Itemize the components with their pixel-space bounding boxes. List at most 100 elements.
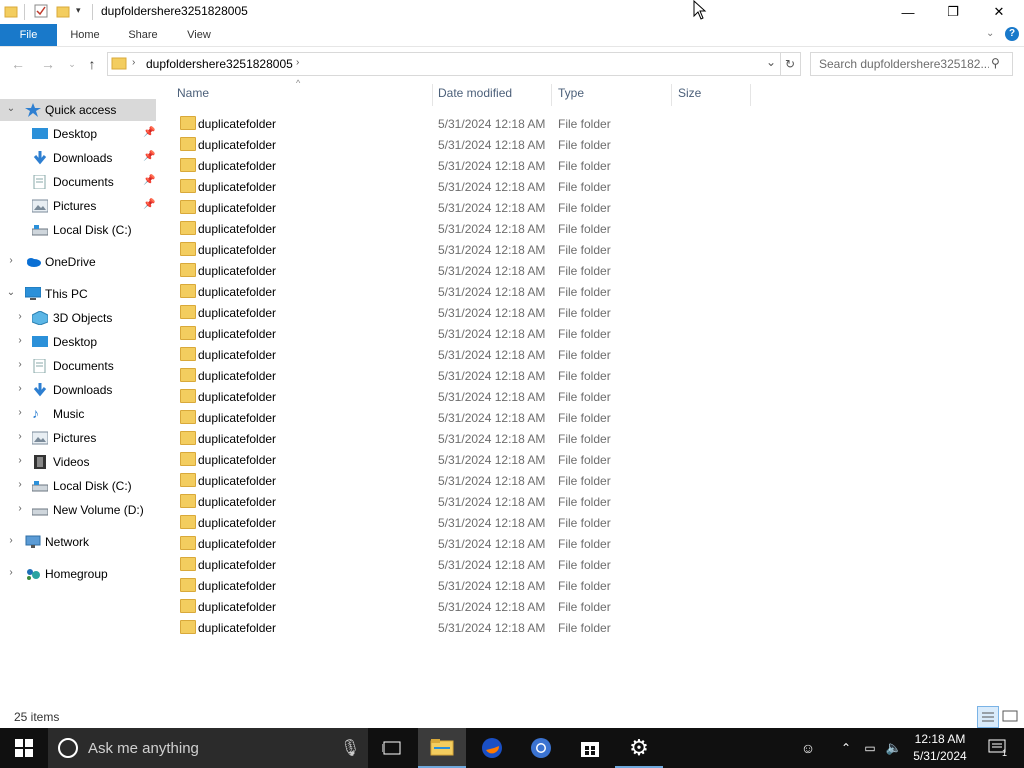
nav-pc-documents[interactable]: › Documents [0, 355, 156, 377]
nav-pc-desktop[interactable]: › Desktop [0, 331, 156, 353]
file-name[interactable]: duplicatefolder [198, 348, 276, 362]
customize-toolbar-icon[interactable]: ▾ [76, 5, 81, 16]
search-input[interactable]: Search dupfoldershere325182... ⚲ [810, 52, 1013, 76]
chevron-right-icon[interactable]: › [15, 503, 25, 514]
taskbar-search-box[interactable]: Ask me anything 🎙 [48, 728, 368, 768]
chevron-right-icon[interactable]: › [15, 431, 25, 442]
large-icons-view-icon[interactable] [1000, 706, 1020, 726]
action-center-icon[interactable]: 1 [978, 728, 1018, 768]
file-row[interactable]: duplicatefolder 5/31/2024 12:18 AM File fo… [176, 134, 756, 155]
chevron-right-icon[interactable]: › [6, 535, 16, 546]
breadcrumb-current[interactable]: dupfoldershere3251828005 [146, 57, 293, 71]
chrome-icon[interactable] [517, 728, 565, 768]
file-row[interactable]: duplicatefolder 5/31/2024 12:18 AM File fo… [176, 113, 756, 134]
file-name[interactable]: duplicatefolder [198, 117, 276, 131]
nav-network[interactable]: › Network [0, 531, 156, 553]
chevron-right-icon[interactable]: › [15, 335, 25, 346]
tab-home[interactable]: Home [60, 24, 110, 46]
breadcrumb-chevron-icon[interactable]: › [296, 57, 299, 68]
details-view-icon[interactable] [977, 706, 999, 728]
file-row[interactable]: duplicatefolder 5/31/2024 12:18 AM File fo… [176, 596, 756, 617]
column-separator[interactable] [432, 84, 433, 106]
file-row[interactable]: duplicatefolder 5/31/2024 12:18 AM File fo… [176, 617, 756, 638]
column-header-type[interactable]: Type [558, 86, 584, 104]
pin-icon[interactable]: 📌 [143, 127, 155, 138]
file-name[interactable]: duplicatefolder [198, 180, 276, 194]
file-name[interactable]: duplicatefolder [198, 306, 276, 320]
chevron-right-icon[interactable]: › [6, 255, 16, 266]
column-header-name[interactable]: Name [177, 86, 209, 104]
restore-button[interactable]: ❐ [930, 0, 976, 24]
nav-pc-3d-objects[interactable]: › 3D Objects [0, 307, 156, 329]
file-row[interactable]: duplicatefolder 5/31/2024 12:18 AM File fo… [176, 302, 756, 323]
folder-icon[interactable] [4, 4, 18, 18]
nav-homegroup[interactable]: › Homegroup [0, 563, 156, 585]
new-folder-icon[interactable] [56, 4, 70, 18]
help-icon[interactable]: ? [1005, 27, 1019, 41]
file-row[interactable]: duplicatefolder 5/31/2024 12:18 AM File fo… [176, 365, 756, 386]
properties-icon[interactable] [34, 4, 48, 18]
file-row[interactable]: duplicatefolder 5/31/2024 12:18 AM File fo… [176, 176, 756, 197]
address-bar[interactable]: › dupfoldershere3251828005 › ⌄ [107, 52, 781, 76]
close-button[interactable]: ✕ [976, 0, 1022, 24]
file-name[interactable]: duplicatefolder [198, 579, 276, 593]
file-row[interactable]: duplicatefolder 5/31/2024 12:18 AM File fo… [176, 323, 756, 344]
tab-share[interactable]: Share [118, 24, 168, 46]
nav-pc-pictures[interactable]: › Pictures [0, 427, 156, 449]
column-separator[interactable] [671, 84, 672, 106]
tab-view[interactable]: View [174, 24, 224, 46]
file-name[interactable]: duplicatefolder [198, 390, 276, 404]
file-row[interactable]: duplicatefolder 5/31/2024 12:18 AM File fo… [176, 554, 756, 575]
file-name[interactable]: duplicatefolder [198, 264, 276, 278]
column-header-date[interactable]: Date modified [438, 86, 512, 104]
network-status-icon[interactable]: ▭ [858, 728, 882, 768]
file-name[interactable]: duplicatefolder [198, 243, 276, 257]
file-name[interactable]: duplicatefolder [198, 327, 276, 341]
nav-pc-new-volume[interactable]: › New Volume (D:) [0, 499, 156, 521]
nav-qa-downloads[interactable]: Downloads 📌 [0, 147, 156, 169]
file-row[interactable]: duplicatefolder 5/31/2024 12:18 AM File fo… [176, 470, 756, 491]
settings-gear-icon[interactable]: ⚙ [615, 728, 663, 768]
file-name[interactable]: duplicatefolder [198, 537, 276, 551]
pin-icon[interactable]: 📌 [143, 199, 155, 210]
file-row[interactable]: duplicatefolder 5/31/2024 12:18 AM File fo… [176, 407, 756, 428]
file-row[interactable]: duplicatefolder 5/31/2024 12:18 AM File fo… [176, 281, 756, 302]
file-name[interactable]: duplicatefolder [198, 621, 276, 635]
minimize-button[interactable]: — [885, 0, 931, 24]
file-name[interactable]: duplicatefolder [198, 432, 276, 446]
chevron-down-icon[interactable]: ⌄ [6, 103, 16, 114]
file-row[interactable]: duplicatefolder 5/31/2024 12:18 AM File fo… [176, 386, 756, 407]
file-name[interactable]: duplicatefolder [198, 411, 276, 425]
file-name[interactable]: duplicatefolder [198, 138, 276, 152]
file-row[interactable]: duplicatefolder 5/31/2024 12:18 AM File fo… [176, 491, 756, 512]
file-name[interactable]: duplicatefolder [198, 285, 276, 299]
tab-file[interactable]: File [0, 24, 57, 46]
recent-locations-icon[interactable]: ⌄ [62, 54, 82, 74]
chevron-right-icon[interactable]: › [6, 567, 16, 578]
chevron-right-icon[interactable]: › [15, 359, 25, 370]
refresh-button[interactable]: ↻ [780, 52, 801, 76]
nav-onedrive[interactable]: › OneDrive [0, 251, 156, 273]
file-explorer-taskbar-icon[interactable] [418, 728, 466, 768]
file-row[interactable]: duplicatefolder 5/31/2024 12:18 AM File fo… [176, 344, 756, 365]
file-name[interactable]: duplicatefolder [198, 495, 276, 509]
microphone-icon[interactable]: 🎙 [340, 738, 360, 758]
chevron-right-icon[interactable]: › [15, 455, 25, 466]
windows-start-icon[interactable] [0, 728, 48, 768]
column-separator[interactable] [551, 84, 552, 106]
file-row[interactable]: duplicatefolder 5/31/2024 12:18 AM File fo… [176, 218, 756, 239]
file-row[interactable]: duplicatefolder 5/31/2024 12:18 AM File fo… [176, 533, 756, 554]
file-name[interactable]: duplicatefolder [198, 222, 276, 236]
file-name[interactable]: duplicatefolder [198, 201, 276, 215]
chevron-down-icon[interactable]: ⌄ [6, 287, 16, 298]
nav-pc-local-disk[interactable]: › Local Disk (C:) [0, 475, 156, 497]
pin-icon[interactable]: 📌 [143, 175, 155, 186]
people-icon[interactable]: ☺ [788, 728, 828, 768]
file-row[interactable]: duplicatefolder 5/31/2024 12:18 AM File fo… [176, 512, 756, 533]
nav-qa-pictures[interactable]: Pictures 📌 [0, 195, 156, 217]
file-name[interactable]: duplicatefolder [198, 453, 276, 467]
column-header-size[interactable]: Size [678, 86, 701, 104]
nav-pc-music[interactable]: › ♪ Music [0, 403, 156, 425]
search-icon[interactable]: ⚲ [991, 56, 1000, 70]
file-row[interactable]: duplicatefolder 5/31/2024 12:18 AM File fo… [176, 428, 756, 449]
